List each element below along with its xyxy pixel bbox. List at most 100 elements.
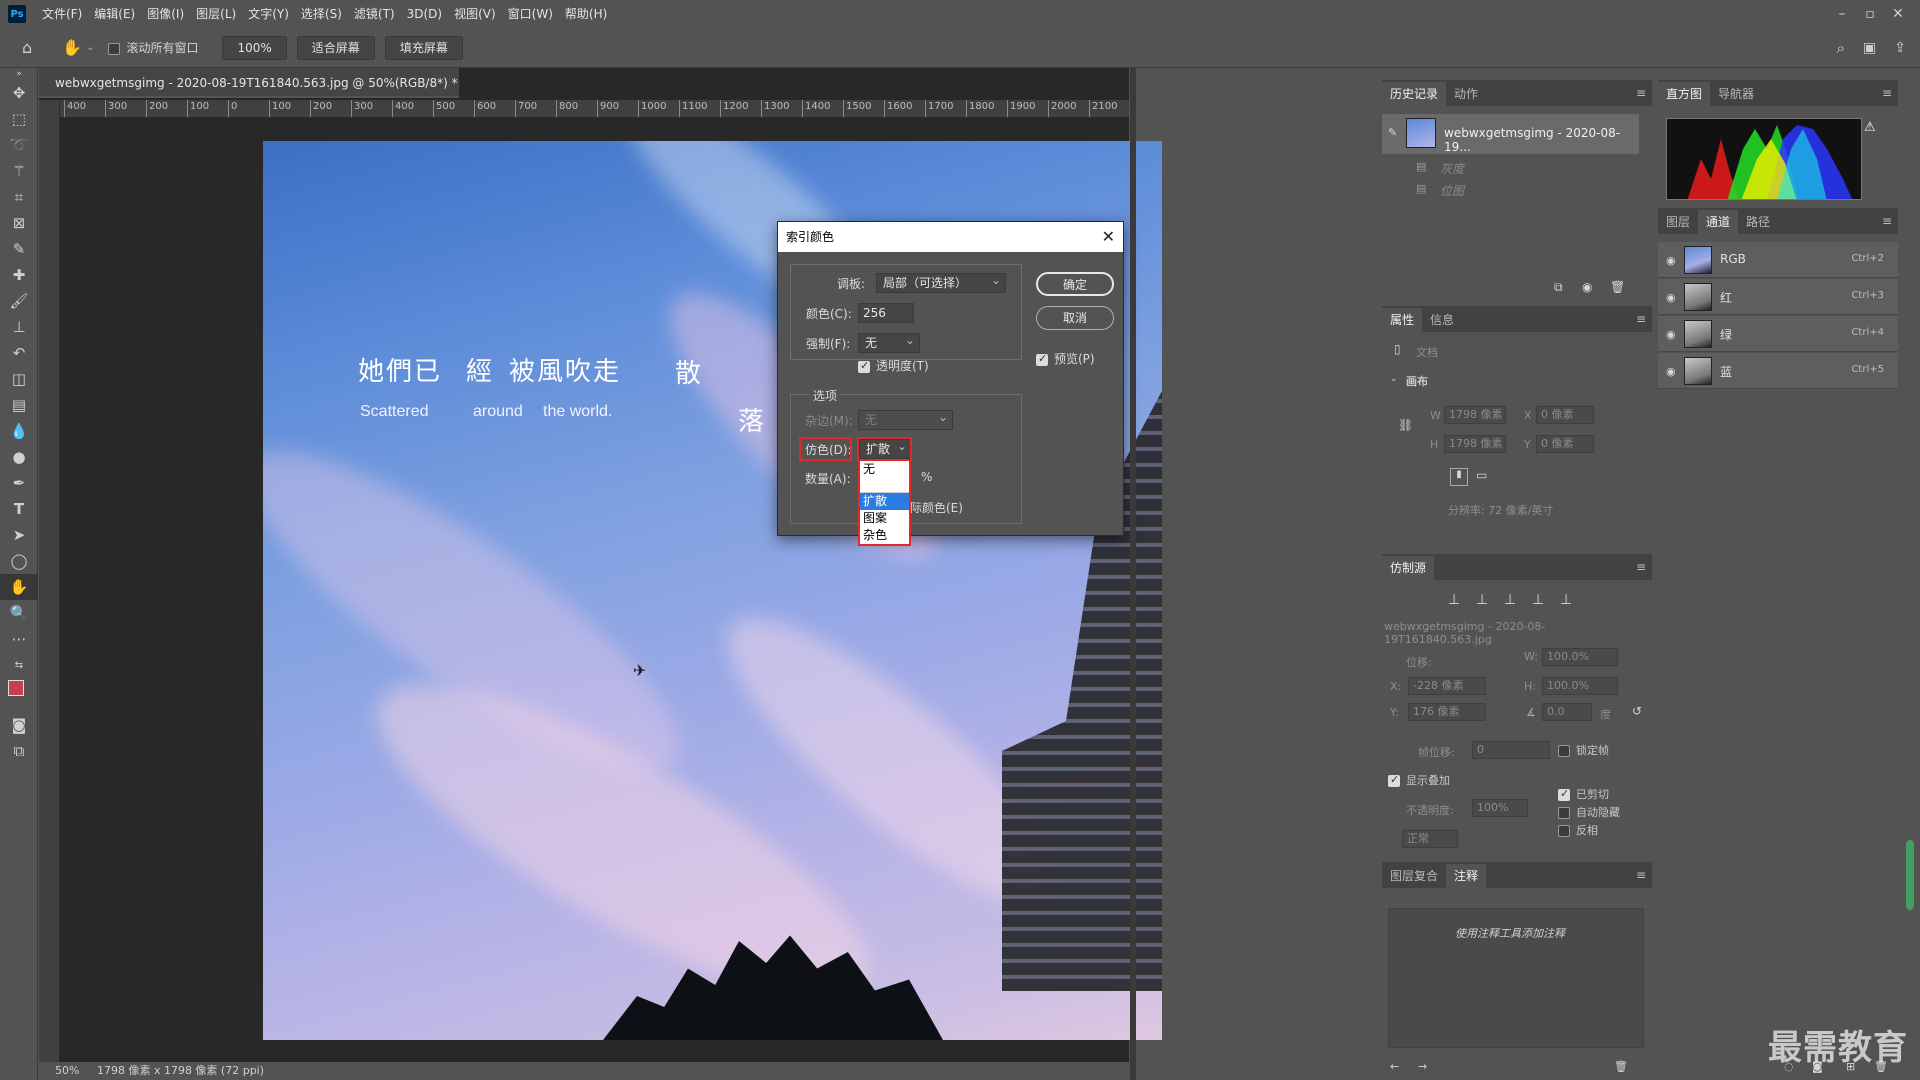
history-brush-source-icon[interactable]: ✎ — [1388, 126, 1397, 139]
type-tool-icon[interactable]: T — [0, 496, 38, 522]
menu-image[interactable]: 图像(I) — [141, 0, 190, 28]
panel-menu-icon[interactable]: ≡ — [1636, 560, 1646, 574]
channel-row-rgb[interactable]: ◉ RGB Ctrl+2 — [1658, 242, 1898, 278]
menu-file[interactable]: 文件(F) — [36, 0, 88, 28]
clone-source-2-icon[interactable]: ⊥ — [1476, 592, 1488, 608]
portrait-orientation-icon[interactable]: ▮ — [1450, 468, 1468, 486]
dodge-tool-icon[interactable]: ● — [0, 444, 38, 470]
share-icon[interactable]: ⇪ — [1894, 40, 1906, 56]
lock-frame-checkbox[interactable] — [1558, 744, 1570, 757]
hand-tool-icon[interactable]: ✋ — [62, 38, 82, 57]
eraser-tool-icon[interactable]: ◫ — [0, 366, 38, 392]
history-step[interactable]: ▤ 灰度 — [1382, 156, 1639, 178]
visibility-eye-icon[interactable]: ◉ — [1666, 365, 1676, 378]
invert-checkbox[interactable] — [1558, 824, 1570, 837]
auto-hide-option[interactable]: 自动隐藏 — [1558, 804, 1620, 820]
foreground-color-swatch[interactable] — [8, 680, 24, 696]
dialog-titlebar[interactable]: 索引颜色 ✕ — [778, 222, 1123, 252]
overlay-opacity-input[interactable]: 100% — [1472, 799, 1528, 817]
next-note-icon[interactable]: → — [1418, 1060, 1427, 1073]
dither-option-none[interactable]: 无 — [860, 461, 909, 478]
warning-icon[interactable]: ⚠ — [1864, 120, 1876, 135]
tab-layer-comps[interactable]: 图层复合 — [1382, 864, 1446, 888]
tab-actions[interactable]: 动作 — [1446, 82, 1486, 106]
clipped-option[interactable]: 已剪切 — [1558, 786, 1609, 802]
landscape-orientation-icon[interactable]: ▭ — [1476, 468, 1487, 482]
maximize-icon[interactable]: ▫ — [1856, 6, 1884, 22]
show-overlay-option[interactable]: 显示叠加 — [1388, 772, 1450, 788]
scroll-all-checkbox[interactable] — [108, 42, 121, 55]
blur-tool-icon[interactable]: 💧 — [0, 418, 38, 444]
tab-channels[interactable]: 通道 — [1698, 210, 1739, 234]
notes-area[interactable]: 使用注释工具添加注释 — [1388, 908, 1644, 1048]
fit-screen-button[interactable]: 适合屏幕 — [296, 35, 375, 60]
dither-option-pattern[interactable]: 图案 — [860, 510, 909, 527]
tab-history[interactable]: 历史记录 — [1382, 82, 1447, 106]
show-overlay-checkbox[interactable] — [1388, 773, 1400, 787]
document-tab[interactable]: webwxgetmsgimg - 2020-08-19T161840.563.j… — [39, 68, 459, 120]
tab-info[interactable]: 信息 — [1422, 308, 1462, 332]
clone-source-3-icon[interactable]: ⊥ — [1504, 592, 1516, 608]
home-icon[interactable]: ⌂ — [22, 38, 32, 57]
minimize-icon[interactable]: – — [1828, 6, 1856, 22]
healing-brush-tool-icon[interactable]: ✚ — [0, 262, 38, 288]
dither-option-noise[interactable]: 杂色 — [860, 527, 909, 544]
camera-icon[interactable]: ◉ — [1582, 280, 1592, 294]
overlay-blend-select[interactable]: 正常 — [1402, 830, 1458, 848]
menu-select[interactable]: 选择(S) — [295, 0, 348, 28]
link-icon[interactable]: ⛓ — [1398, 418, 1413, 432]
quick-mask-icon[interactable]: ◙ — [0, 712, 38, 738]
tab-clone-source[interactable]: 仿制源 — [1382, 556, 1435, 580]
history-step[interactable]: ▤ 位图 — [1382, 178, 1639, 200]
reset-transform-icon[interactable]: ↺ — [1632, 704, 1642, 718]
canvas-y-input[interactable]: 0 像素 — [1536, 435, 1594, 453]
preview-option[interactable]: 预览(P) — [1036, 350, 1095, 367]
clone-angle-input[interactable]: 0.0 — [1542, 703, 1592, 721]
status-info[interactable]: 1798 像素 x 1798 像素 (72 ppi) — [97, 1064, 264, 1077]
matte-select[interactable]: 无 — [858, 408, 953, 430]
hand-tool-icon[interactable]: ✋ — [0, 574, 38, 600]
panel-menu-icon[interactable]: ≡ — [1882, 214, 1892, 228]
visibility-eye-icon[interactable]: ◉ — [1666, 291, 1676, 304]
close-icon[interactable]: ✕ — [1102, 222, 1115, 252]
menu-layer[interactable]: 图层(L) — [190, 0, 242, 28]
fill-screen-button[interactable]: 填充屏幕 — [384, 35, 463, 60]
marquee-tool-icon[interactable]: ⬚ — [0, 106, 38, 132]
preview-checkbox[interactable] — [1036, 352, 1048, 366]
panel-menu-icon[interactable]: ≡ — [1636, 868, 1646, 882]
visibility-eye-icon[interactable]: ◉ — [1666, 328, 1676, 341]
panel-menu-icon[interactable]: ≡ — [1636, 86, 1646, 100]
dither-option-diffusion[interactable]: 扩散 — [860, 493, 909, 510]
menu-filter[interactable]: 滤镜(T) — [348, 0, 401, 28]
chevron-down-icon[interactable]: ⌄ — [86, 42, 94, 53]
auto-hide-checkbox[interactable] — [1558, 806, 1570, 819]
collapse-toolbar-icon[interactable]: » — [0, 68, 38, 80]
tab-properties[interactable]: 属性 — [1382, 308, 1423, 332]
lock-frame-option[interactable]: 锁定帧 — [1558, 742, 1609, 758]
tab-layers[interactable]: 图层 — [1658, 210, 1698, 234]
trash-icon[interactable]: 🗑 — [1610, 280, 1625, 294]
tab-paths[interactable]: 路径 — [1738, 210, 1778, 234]
transparency-checkbox[interactable] — [858, 359, 870, 373]
colors-input[interactable]: 256 — [858, 303, 914, 323]
preserve-exact-colors-label[interactable]: 际颜色(E) — [910, 499, 963, 516]
zoom-100-button[interactable]: 100% — [222, 35, 287, 60]
magic-wand-tool-icon[interactable]: ⚚ — [0, 158, 38, 184]
status-zoom[interactable]: 50% — [55, 1064, 79, 1077]
more-tools-icon[interactable]: ⋯ — [0, 626, 38, 652]
transparency-option[interactable]: 透明度(T) — [858, 357, 929, 374]
panel-menu-icon[interactable]: ≡ — [1882, 86, 1892, 100]
menu-3d[interactable]: 3D(D) — [401, 0, 448, 28]
eyedropper-tool-icon[interactable]: ✎ — [0, 236, 38, 262]
move-tool-icon[interactable]: ✥ — [0, 80, 38, 106]
channel-row-green[interactable]: ◉ 绿 Ctrl+4 — [1658, 316, 1898, 352]
menu-help[interactable]: 帮助(H) — [559, 0, 613, 28]
history-brush-tool-icon[interactable]: ↶ — [0, 340, 38, 366]
path-selection-tool-icon[interactable]: ➤ — [0, 522, 38, 548]
color-swatches[interactable] — [0, 678, 38, 712]
forced-select[interactable]: 无 — [858, 331, 920, 353]
channel-row-blue[interactable]: ◉ 蓝 Ctrl+5 — [1658, 353, 1898, 389]
history-snapshot-row[interactable]: ✎ webwxgetmsgimg - 2020-08-19... — [1382, 114, 1639, 154]
panel-divider[interactable] — [1130, 68, 1136, 1080]
search-icon[interactable]: ⌕ — [1837, 39, 1845, 57]
